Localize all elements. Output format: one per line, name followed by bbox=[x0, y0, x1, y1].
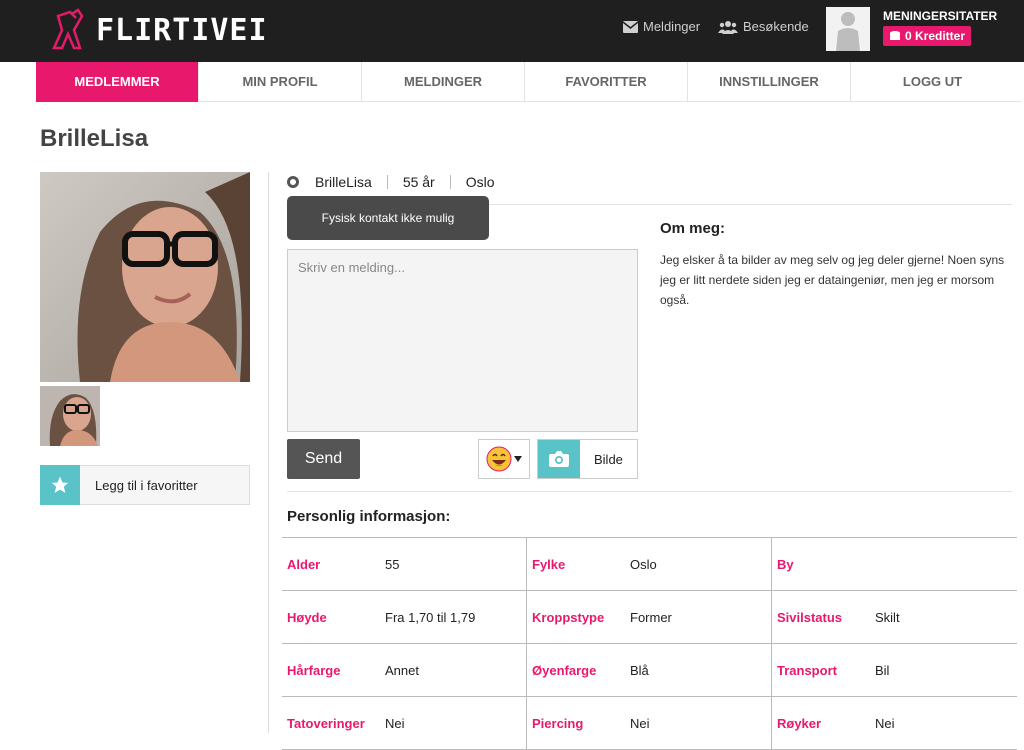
about-text: Jeg elsker å ta bilder av meg selv og je… bbox=[660, 253, 1005, 307]
camera-icon bbox=[549, 451, 569, 467]
add-photo-button[interactable]: Bilde bbox=[537, 439, 638, 479]
nav-favorites[interactable]: FAVORITTER bbox=[525, 62, 688, 102]
info-label: Piercing bbox=[532, 715, 584, 731]
summary-name: BrilleLisa bbox=[315, 174, 372, 190]
emoji-picker-button[interactable] bbox=[478, 439, 530, 479]
info-cell: Hårfarge Annet bbox=[282, 644, 527, 696]
summary-age: 55 år bbox=[402, 174, 435, 190]
info-value: Oslo bbox=[630, 556, 657, 572]
photo-thumbnail[interactable] bbox=[40, 386, 100, 446]
nav-logout[interactable]: LOGG UT bbox=[851, 62, 1014, 102]
summary-city: Oslo bbox=[465, 174, 495, 190]
profile-summary: BrilleLisa 55 år Oslo bbox=[287, 174, 495, 190]
username[interactable]: MENINGERSITATER bbox=[883, 9, 997, 23]
logo-mark-icon bbox=[52, 8, 84, 50]
user-silhouette-icon bbox=[826, 7, 870, 51]
physical-contact-tooltip: Fysisk kontakt ikke mulig bbox=[287, 196, 489, 240]
star-icon bbox=[51, 476, 69, 493]
info-value: Skilt bbox=[875, 609, 900, 625]
messages-link[interactable]: Meldinger bbox=[623, 19, 700, 34]
info-label: Sivilstatus bbox=[777, 609, 843, 625]
info-label: Høyde bbox=[287, 609, 327, 625]
smiley-icon bbox=[486, 446, 512, 472]
nav-my-profile[interactable]: MIN PROFIL bbox=[199, 62, 362, 102]
divider bbox=[287, 491, 1012, 492]
info-cell: Tatoveringer Nei bbox=[282, 697, 527, 749]
info-value: Fra 1,70 til 1,79 bbox=[385, 609, 476, 625]
photo-thumbnail-image bbox=[40, 386, 100, 446]
add-to-favorites-label: Legg til i favoritter bbox=[95, 477, 198, 493]
personal-info-table: Alder 55 Fylke Oslo By Høyde Fra 1,70 ti… bbox=[282, 537, 1017, 750]
info-cell: Fylke Oslo bbox=[527, 538, 772, 590]
send-button[interactable]: Send bbox=[287, 439, 360, 479]
info-label: Tatoveringer bbox=[287, 715, 365, 731]
info-cell: Transport Bil bbox=[772, 644, 1017, 696]
info-value: Nei bbox=[385, 715, 405, 731]
profile-photo-image bbox=[40, 172, 250, 382]
logo-text: FLIRTIVEI bbox=[96, 12, 268, 48]
info-label: Røyker bbox=[777, 715, 822, 731]
info-value: Former bbox=[630, 609, 672, 625]
info-label: Transport bbox=[777, 662, 837, 678]
info-label: By bbox=[777, 556, 794, 572]
users-icon bbox=[718, 20, 738, 34]
info-label: Øyenfarge bbox=[532, 662, 597, 678]
caret-down-icon bbox=[514, 456, 522, 462]
column-divider bbox=[268, 172, 269, 733]
messages-link-label: Meldinger bbox=[643, 19, 701, 34]
info-value: Nei bbox=[875, 715, 895, 731]
info-cell: Alder 55 bbox=[282, 538, 527, 590]
info-cell: Høyde Fra 1,70 til 1,79 bbox=[282, 591, 527, 643]
add-to-favorites-button[interactable]: Legg til i favoritter bbox=[40, 465, 250, 505]
info-cell: By bbox=[772, 538, 1017, 590]
add-photo-label: Bilde bbox=[594, 451, 623, 467]
site-logo[interactable]: FLIRTIVEI bbox=[48, 8, 268, 52]
coins-icon bbox=[890, 31, 900, 40]
info-value: Nei bbox=[630, 715, 650, 731]
profile-photo[interactable] bbox=[40, 172, 250, 382]
table-row: Høyde Fra 1,70 til 1,79 Kroppstype Forme… bbox=[282, 591, 1017, 644]
envelope-icon bbox=[623, 20, 638, 33]
info-label: Alder bbox=[287, 556, 321, 572]
info-cell: Øyenfarge Blå bbox=[527, 644, 772, 696]
separator bbox=[449, 175, 451, 189]
nav-settings[interactable]: INNSTILLINGER bbox=[688, 62, 851, 102]
table-row: Hårfarge Annet Øyenfarge Blå Transport B… bbox=[282, 644, 1017, 697]
credits-badge[interactable]: 0 Kreditter bbox=[883, 26, 972, 46]
message-box bbox=[287, 249, 638, 432]
info-value: Annet bbox=[385, 662, 419, 678]
nav-members[interactable]: MEDLEMMER bbox=[36, 62, 199, 102]
visitors-link-label: Besøkende bbox=[743, 19, 809, 34]
info-cell: Røyker Nei bbox=[772, 697, 1017, 749]
info-value: Blå bbox=[630, 662, 649, 678]
info-cell: Sivilstatus Skilt bbox=[772, 591, 1017, 643]
info-cell: Kroppstype Former bbox=[527, 591, 772, 643]
main-nav: MEDLEMMER MIN PROFIL MELDINGER FAVORITTE… bbox=[36, 62, 1021, 102]
table-row: Alder 55 Fylke Oslo By bbox=[282, 538, 1017, 591]
personal-info-title: Personlig informasjon: bbox=[287, 508, 451, 525]
table-row: Tatoveringer Nei Piercing Nei Røyker Nei bbox=[282, 697, 1017, 750]
online-status-icon bbox=[287, 176, 299, 188]
about-title: Om meg: bbox=[660, 220, 726, 237]
camera-icon-box bbox=[538, 440, 580, 478]
page-title: BrilleLisa bbox=[40, 125, 149, 152]
info-cell: Piercing Nei bbox=[527, 697, 772, 749]
separator bbox=[386, 175, 388, 189]
message-input[interactable] bbox=[288, 250, 637, 431]
nav-messages[interactable]: MELDINGER bbox=[362, 62, 525, 102]
info-label: Hårfarge bbox=[287, 662, 341, 678]
credits-label: 0 Kreditter bbox=[905, 29, 966, 43]
info-label: Kroppstype bbox=[532, 609, 605, 625]
info-label: Fylke bbox=[532, 556, 566, 572]
info-value: 55 bbox=[385, 556, 400, 572]
visitors-link[interactable]: Besøkende bbox=[718, 19, 809, 34]
favorite-icon-box bbox=[40, 465, 80, 505]
user-avatar[interactable] bbox=[826, 7, 870, 51]
top-bar: FLIRTIVEI Meldinger Besøkende MENINGERSI… bbox=[0, 0, 1024, 62]
info-value: Bil bbox=[875, 662, 890, 678]
